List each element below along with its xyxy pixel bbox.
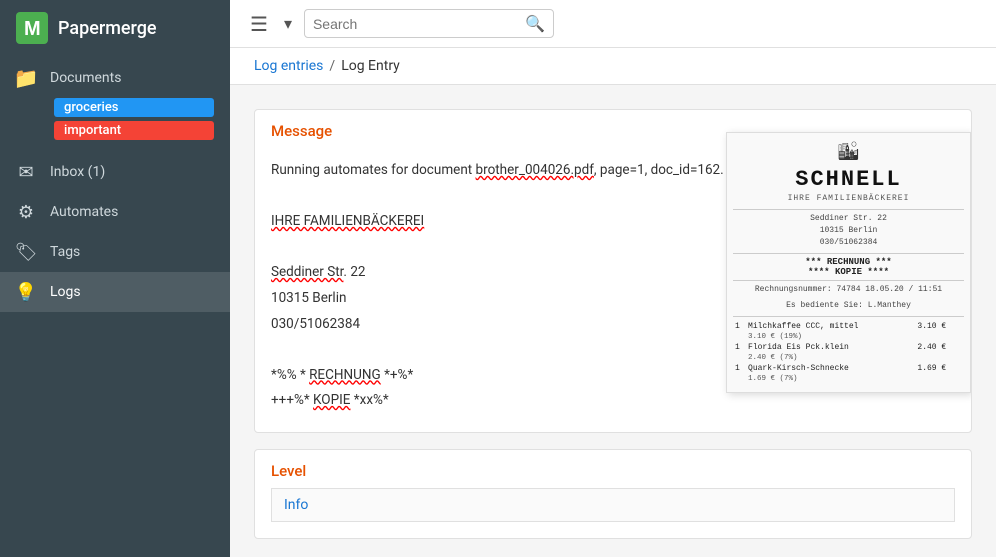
sidebar-item-tags-label: Tags (50, 244, 214, 260)
receipt-heading2: **** KOPIE **** (733, 267, 964, 277)
receipt-item-1: 1 Milchkaffee CCC, mittel 3.10 € (733, 321, 964, 332)
content-area: Message Running automates for document b… (230, 85, 996, 557)
svg-text:M: M (24, 18, 41, 40)
receipt-item-1-detail: 3.10 € (19%) (733, 332, 964, 342)
receipt-divider-3 (733, 280, 964, 281)
dropdown-icon[interactable]: ▾ (280, 10, 296, 37)
sidebar-item-tags[interactable]: 🏷 Tags (0, 232, 230, 272)
receipt-item-3-price: 1.69 € (915, 363, 964, 374)
message-card: Message Running automates for document b… (254, 109, 972, 433)
receipt-logo: SCHNELL (733, 167, 964, 192)
breadcrumb-log-entries[interactable]: Log entries (254, 58, 323, 74)
documents-label: Documents (50, 70, 214, 86)
receipt-item-2-price: 2.40 € (915, 342, 964, 353)
message-line-kopie: +++%* KOPIE *xx%* (271, 390, 945, 412)
tag-important[interactable]: important (54, 121, 214, 140)
receipt-item-3-name: Quark-Kirsch-Schnecke (746, 363, 915, 374)
receipt-item-3: 1 Quark-Kirsch-Schnecke 1.69 € (733, 363, 964, 374)
level-card: Level Info (254, 449, 972, 539)
sidebar-item-inbox-label: Inbox (1) (50, 164, 214, 180)
receipt-skyline: 🏙 (733, 141, 964, 163)
tag-groceries[interactable]: groceries (54, 98, 214, 117)
sidebar-header: M Papermerge (0, 0, 230, 56)
sidebar-nav: ✉ Inbox (1) ⚙ Automates 🏷 Tags 💡 Logs (0, 144, 230, 320)
automates-icon: ⚙ (16, 202, 36, 222)
filename-link: brother_004026.pdf (476, 162, 594, 178)
receipt-subtitle: IHRE FAMILIENBÄCKEREI (733, 194, 964, 203)
topbar: ☰ ▾ 🔍 (230, 0, 996, 48)
receipt-item-3-detail: 1.69 € (7%) (733, 374, 964, 384)
sidebar-item-automates[interactable]: ⚙ Automates (0, 192, 230, 232)
kopie-word: KOPIE (313, 392, 350, 408)
sidebar-item-automates-label: Automates (50, 204, 214, 220)
street-name: Seddiner Str (271, 264, 343, 280)
receipt-item-3-tax: 1.69 € (7%) (746, 374, 964, 384)
receipt-info1: Rechnungsnummer: 74784 18.05.20 / 11:51 (733, 284, 964, 296)
level-label: Level (255, 450, 971, 484)
receipt-addr-1: Seddiner Str. 22 (733, 213, 964, 225)
receipt-address: Seddiner Str. 22 10315 Berlin 030/510623… (733, 213, 964, 249)
search-box: 🔍 (304, 9, 554, 38)
receipt-item-1-qty: 1 (733, 321, 746, 332)
sidebar-item-logs-label: Logs (50, 284, 214, 300)
bakery-name: IHRE FAMILIENBÄCKEREI (271, 213, 424, 229)
inbox-icon: ✉ (16, 162, 36, 182)
receipt-item-1-tax: 3.10 € (19%) (746, 332, 964, 342)
receipt-item-2-tax: 2.40 € (7%) (746, 353, 964, 363)
main-area: ☰ ▾ 🔍 Log entries / Log Entry Message Ru… (230, 0, 996, 557)
breadcrumb-separator: / (329, 58, 335, 74)
sidebar: M Papermerge 📁 Documents groceries impor… (0, 0, 230, 557)
receipt-divider-1 (733, 209, 964, 210)
level-value: Info (271, 488, 955, 522)
folder-icon: 📁 (16, 68, 36, 88)
menu-icon[interactable]: ☰ (246, 8, 272, 40)
receipt-item-1-name: Milchkaffee CCC, mittel (746, 321, 915, 332)
sidebar-item-logs[interactable]: 💡 Logs (0, 272, 230, 312)
tags-row: groceries important (0, 96, 230, 144)
receipt-info2: Es bediente Sie: L.Manthey (733, 300, 964, 312)
receipt-item-1-price: 3.10 € (915, 321, 964, 332)
app-name: Papermerge (58, 18, 157, 39)
documents-section: 📁 Documents groceries important (0, 56, 230, 144)
receipt-heading1: *** RECHNUNG *** (733, 257, 964, 267)
documents-header[interactable]: 📁 Documents (0, 60, 230, 96)
search-icon[interactable]: 🔍 (525, 14, 545, 33)
search-input[interactable] (313, 16, 519, 32)
message-card-body: Running automates for document brother_0… (255, 152, 971, 432)
receipt-divider-4 (733, 316, 964, 317)
receipt-item-2-qty: 1 (733, 342, 746, 353)
receipt-item-2-name: Florida Eis Pck.klein (746, 342, 915, 353)
rechnung-word: RECHNUNG (309, 367, 381, 383)
receipt-items-table: 1 Milchkaffee CCC, mittel 3.10 € 3.10 € … (733, 321, 964, 384)
sidebar-item-inbox[interactable]: ✉ Inbox (1) (0, 152, 230, 192)
tags-icon: 🏷 (16, 242, 36, 262)
receipt-addr-2: 10315 Berlin (733, 225, 964, 237)
receipt-addr-3: 030/51062384 (733, 237, 964, 249)
receipt-image: 🏙 SCHNELL IHRE FAMILIENBÄCKEREI Seddiner… (726, 132, 971, 393)
receipt-content: 🏙 SCHNELL IHRE FAMILIENBÄCKEREI Seddiner… (727, 133, 970, 392)
receipt-item-2-detail: 2.40 € (7%) (733, 353, 964, 363)
app-logo: M (16, 12, 48, 44)
receipt-divider-2 (733, 253, 964, 254)
breadcrumb-current: Log Entry (341, 58, 400, 74)
logs-icon: 💡 (16, 282, 36, 302)
breadcrumb: Log entries / Log Entry (230, 48, 996, 85)
receipt-item-3-qty: 1 (733, 363, 746, 374)
receipt-item-2: 1 Florida Eis Pck.klein 2.40 € (733, 342, 964, 353)
